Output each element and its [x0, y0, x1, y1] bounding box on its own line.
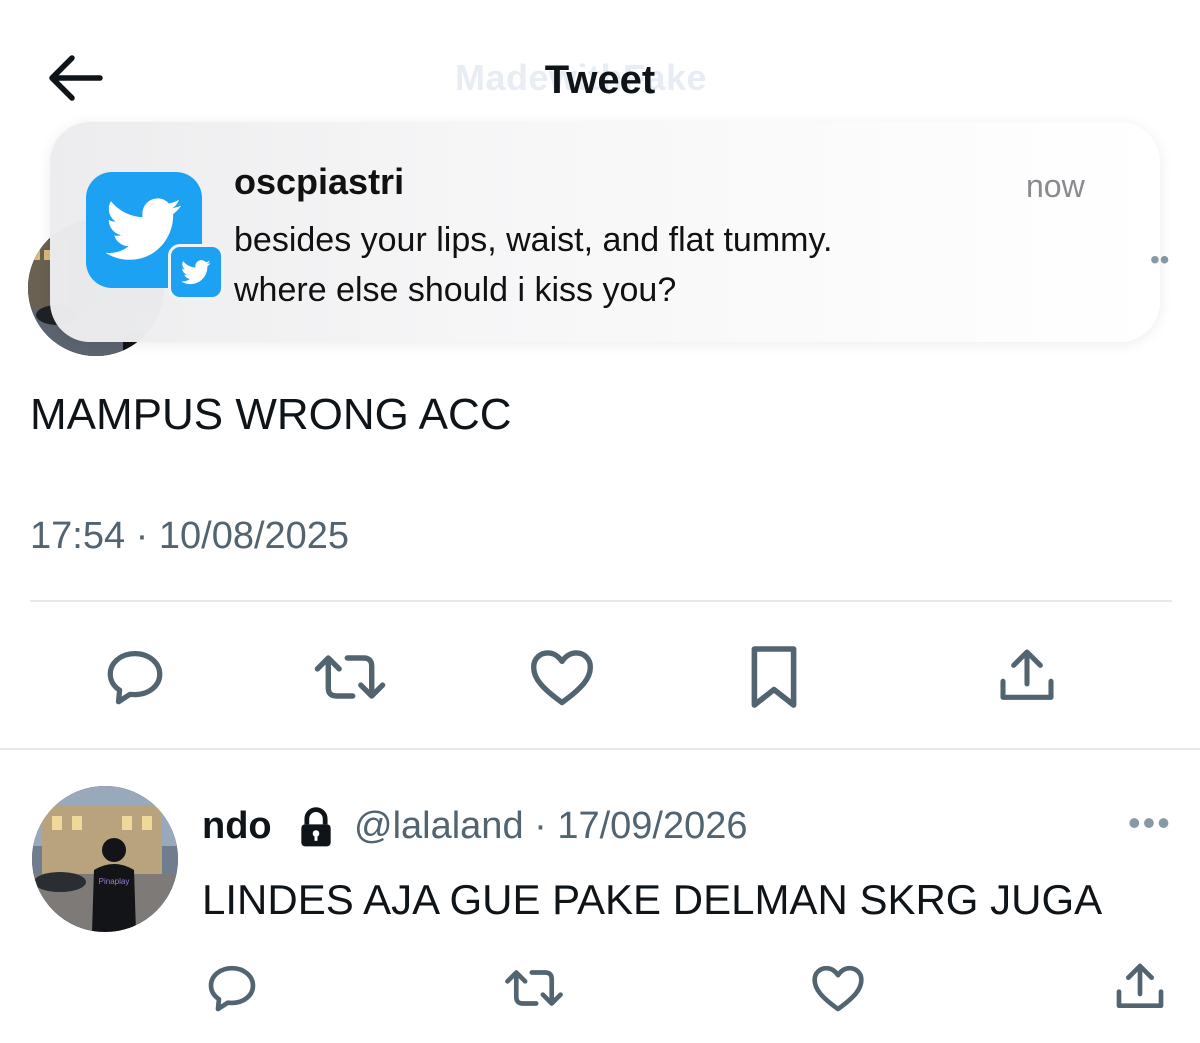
retweet-button[interactable]	[502, 958, 566, 1018]
avatar[interactable]: Pinaplay	[32, 786, 178, 932]
share-button[interactable]	[1110, 956, 1170, 1018]
like-icon	[812, 965, 864, 1012]
notification-body-line-1: besides your lips, waist, and flat tummy…	[234, 221, 833, 259]
app-badge	[168, 244, 224, 300]
bookmark-icon	[751, 646, 797, 708]
notification-body-line-2: where else should i kiss you?	[234, 271, 677, 309]
share-button[interactable]	[992, 640, 1062, 712]
divider	[0, 748, 1200, 750]
like-button[interactable]	[526, 642, 598, 712]
page-title: Tweet	[544, 58, 656, 102]
like-icon	[530, 650, 594, 706]
retweet-button[interactable]	[310, 642, 390, 712]
share-icon	[1116, 963, 1164, 1008]
lock-icon	[294, 806, 338, 850]
bookmark-button[interactable]	[742, 640, 806, 714]
retweet-icon	[314, 655, 386, 699]
notification-time: now	[1026, 168, 1085, 204]
reply-button[interactable]	[100, 642, 170, 712]
more-icon[interactable]: •••	[1128, 805, 1172, 841]
share-icon	[1000, 649, 1054, 700]
twitter-bird-icon	[181, 259, 211, 284]
reply-text: LINDES AJA GUE PAKE DELMAN SKRG JUGA	[202, 876, 1103, 923]
divider	[30, 600, 1172, 602]
reply-icon	[107, 651, 163, 705]
like-button[interactable]	[808, 958, 868, 1018]
tweet-text: MAMPUS WRONG ACC	[30, 390, 512, 439]
reply-icon	[208, 965, 256, 1012]
reply-button[interactable]	[202, 958, 262, 1018]
hoodie-print: Pinaplay	[99, 877, 130, 886]
notification-title: oscpiastri	[234, 161, 405, 202]
tweet-timestamp: 17:54 · 10/08/2025	[30, 515, 350, 557]
retweet-icon	[505, 970, 563, 1006]
reply-author-name[interactable]: ndo	[202, 802, 272, 850]
reply-handle-date: @lalaland · 17/09/2026	[354, 805, 748, 847]
